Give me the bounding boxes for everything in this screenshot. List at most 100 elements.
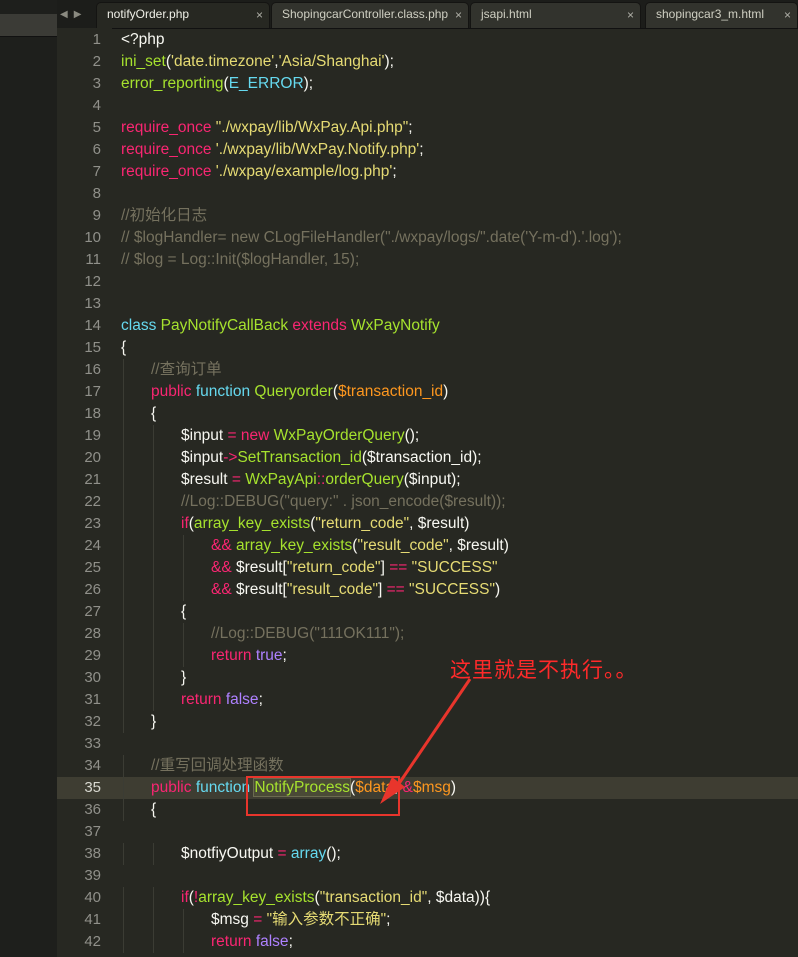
code-line[interactable]: 4 — [57, 95, 798, 117]
code-line[interactable]: 11 // $log = Log::Init($logHandler, 15); — [57, 249, 798, 271]
code-token: (); — [404, 427, 420, 444]
indent-guide — [123, 931, 124, 953]
code-line[interactable]: 26 && $result["result_code"] == "SUCCESS"… — [57, 579, 798, 601]
code-token: $transaction_id — [338, 383, 444, 400]
code-token: return — [181, 691, 226, 708]
code-line[interactable]: 13 — [57, 293, 798, 315]
code-line[interactable]: 24 && array_key_exists("result_code", $re… — [57, 535, 798, 557]
code-token: //初始化日志 — [121, 207, 208, 224]
line-number: 30 — [84, 669, 101, 686]
code-line[interactable]: 7 require_once './wxpay/example/log.php'; — [57, 161, 798, 183]
code-line[interactable]: 8 — [57, 183, 798, 205]
code-line[interactable]: 2 ini_set('date.timezone','Asia/Shanghai'… — [57, 51, 798, 73]
code-token: $result[ — [235, 559, 287, 576]
code-line[interactable]: 31 return false; — [57, 689, 798, 711]
code-line[interactable]: 19 $input = new WxPayOrderQuery(); — [57, 425, 798, 447]
code-line[interactable]: 23 if(array_key_exists("return_code", $re… — [57, 513, 798, 535]
code-token: true — [255, 647, 283, 664]
code-line[interactable]: 30} — [57, 667, 798, 689]
code-line[interactable]: 18 { — [57, 403, 798, 425]
code-line[interactable]: 28 //Log::DEBUG("111OK111"); — [57, 623, 798, 645]
code-line[interactable]: 37 — [57, 821, 798, 843]
code-text: <?php — [121, 29, 165, 51]
line-number: 16 — [84, 361, 101, 378]
previous-tab-icon[interactable]: ◀ — [60, 9, 68, 20]
code-line[interactable]: 38 $notfiyOutput = array(); — [57, 843, 798, 865]
code-line[interactable]: 34 //重写回调处理函数 — [57, 755, 798, 777]
line-number: 19 — [84, 427, 101, 444]
code-token: public — [151, 383, 196, 400]
line-number: 41 — [84, 911, 101, 928]
code-text: && $result["return_code"] == "SUCCESS" — [211, 557, 498, 579]
code-line[interactable]: 40 if(!array_key_exists("transaction_id",… — [57, 887, 798, 909]
tab-notifyorder[interactable]: notifyOrder.php × — [96, 2, 270, 28]
code-token: return — [211, 647, 256, 664]
code-line[interactable]: 20 $input->SetTransaction_id($transaction… — [57, 447, 798, 469]
code-line[interactable]: 27 { — [57, 601, 798, 623]
code-line[interactable]: 16 //查询订单 — [57, 359, 798, 381]
code-line[interactable]: 33 — [57, 733, 798, 755]
indent-guide — [123, 447, 124, 469]
code-line[interactable]: 9 //初始化日志 — [57, 205, 798, 227]
indent-guide — [123, 623, 124, 645]
code-text: { — [151, 403, 156, 425]
tab-label: jsapi.html — [481, 7, 532, 21]
code-line[interactable]: 15 { — [57, 337, 798, 359]
code-text: return true; — [211, 645, 287, 667]
line-number: 13 — [84, 295, 101, 312]
line-number: 32 — [84, 713, 101, 730]
line-number: 27 — [84, 603, 101, 620]
code-line[interactable]: 22 //Log::DEBUG("query:" . json_encode($r… — [57, 491, 798, 513]
tab-jsapi[interactable]: jsapi.html × — [470, 2, 641, 28]
code-line[interactable]: 17 public function Queryorder($transactio… — [57, 381, 798, 403]
tab-shopingcar3-m[interactable]: shopingcar3_m.html × — [645, 2, 798, 28]
code-token: $result — [181, 471, 232, 488]
code-line[interactable]: 36 { — [57, 799, 798, 821]
next-tab-icon[interactable]: ▶ — [74, 9, 82, 20]
code-token: public — [151, 779, 196, 796]
indent-guide — [123, 535, 124, 557]
code-token: "return_code" — [286, 559, 381, 576]
line-number: 28 — [84, 625, 101, 642]
code-line[interactable]: 25 && $result["return_code"] == "SUCCESS" — [57, 557, 798, 579]
code-token: ini_set — [121, 53, 166, 70]
close-icon[interactable]: × — [627, 8, 634, 22]
code-token: (); — [326, 845, 341, 862]
code-line[interactable]: 29 return true; — [57, 645, 798, 667]
code-line[interactable]: 12 — [57, 271, 798, 293]
code-line[interactable]: 6 require_once './wxpay/lib/WxPay.Notify.… — [57, 139, 798, 161]
line-number: 12 — [84, 273, 101, 290]
code-token: return — [211, 933, 256, 950]
code-line[interactable]: 5 require_once "./wxpay/lib/WxPay.Api.php… — [57, 117, 798, 139]
indent-guide — [183, 645, 184, 667]
code-line[interactable]: 35 public function NotifyProcess($data, &… — [57, 777, 798, 799]
code-editor[interactable]: 1 <?php 2 ini_set('date.timezone','Asia/Sha… — [57, 28, 798, 957]
line-number: 38 — [84, 845, 101, 862]
tab-shopingcarcontroller[interactable]: ShopingcarController.class.php × — [271, 2, 469, 28]
code-line[interactable]: 21 $result = WxPayApi::orderQuery($input)… — [57, 469, 798, 491]
code-line[interactable]: 3 error_reporting(E_ERROR); — [57, 73, 798, 95]
code-line[interactable]: 41 $msg = "输入参数不正确"; — [57, 909, 798, 931]
close-icon[interactable]: × — [784, 8, 791, 22]
close-icon[interactable]: × — [256, 8, 263, 22]
code-line[interactable]: 1 <?php — [57, 29, 798, 51]
indent-guide — [153, 667, 154, 689]
indent-guide — [123, 579, 124, 601]
code-line[interactable]: 39 — [57, 865, 798, 887]
code-line[interactable]: 32} — [57, 711, 798, 733]
line-number: 3 — [92, 75, 101, 92]
indent-guide — [123, 755, 124, 777]
code-token: = new — [227, 427, 274, 444]
code-token: array_key_exists — [198, 889, 315, 906]
indent-guide — [123, 667, 124, 689]
line-number: 36 — [84, 801, 101, 818]
code-token: require_once — [121, 119, 216, 136]
line-number: 1 — [92, 31, 101, 48]
code-line[interactable]: 14 class PayNotifyCallBack extends WxPayN… — [57, 315, 798, 337]
code-line[interactable]: 10 // $logHandler= new CLogFileHandler(".… — [57, 227, 798, 249]
code-token: if — [181, 889, 189, 906]
close-icon[interactable]: × — [455, 8, 462, 22]
side-panel — [0, 0, 57, 957]
code-line[interactable]: 42 return false; — [57, 931, 798, 953]
line-number: 9 — [92, 207, 101, 224]
